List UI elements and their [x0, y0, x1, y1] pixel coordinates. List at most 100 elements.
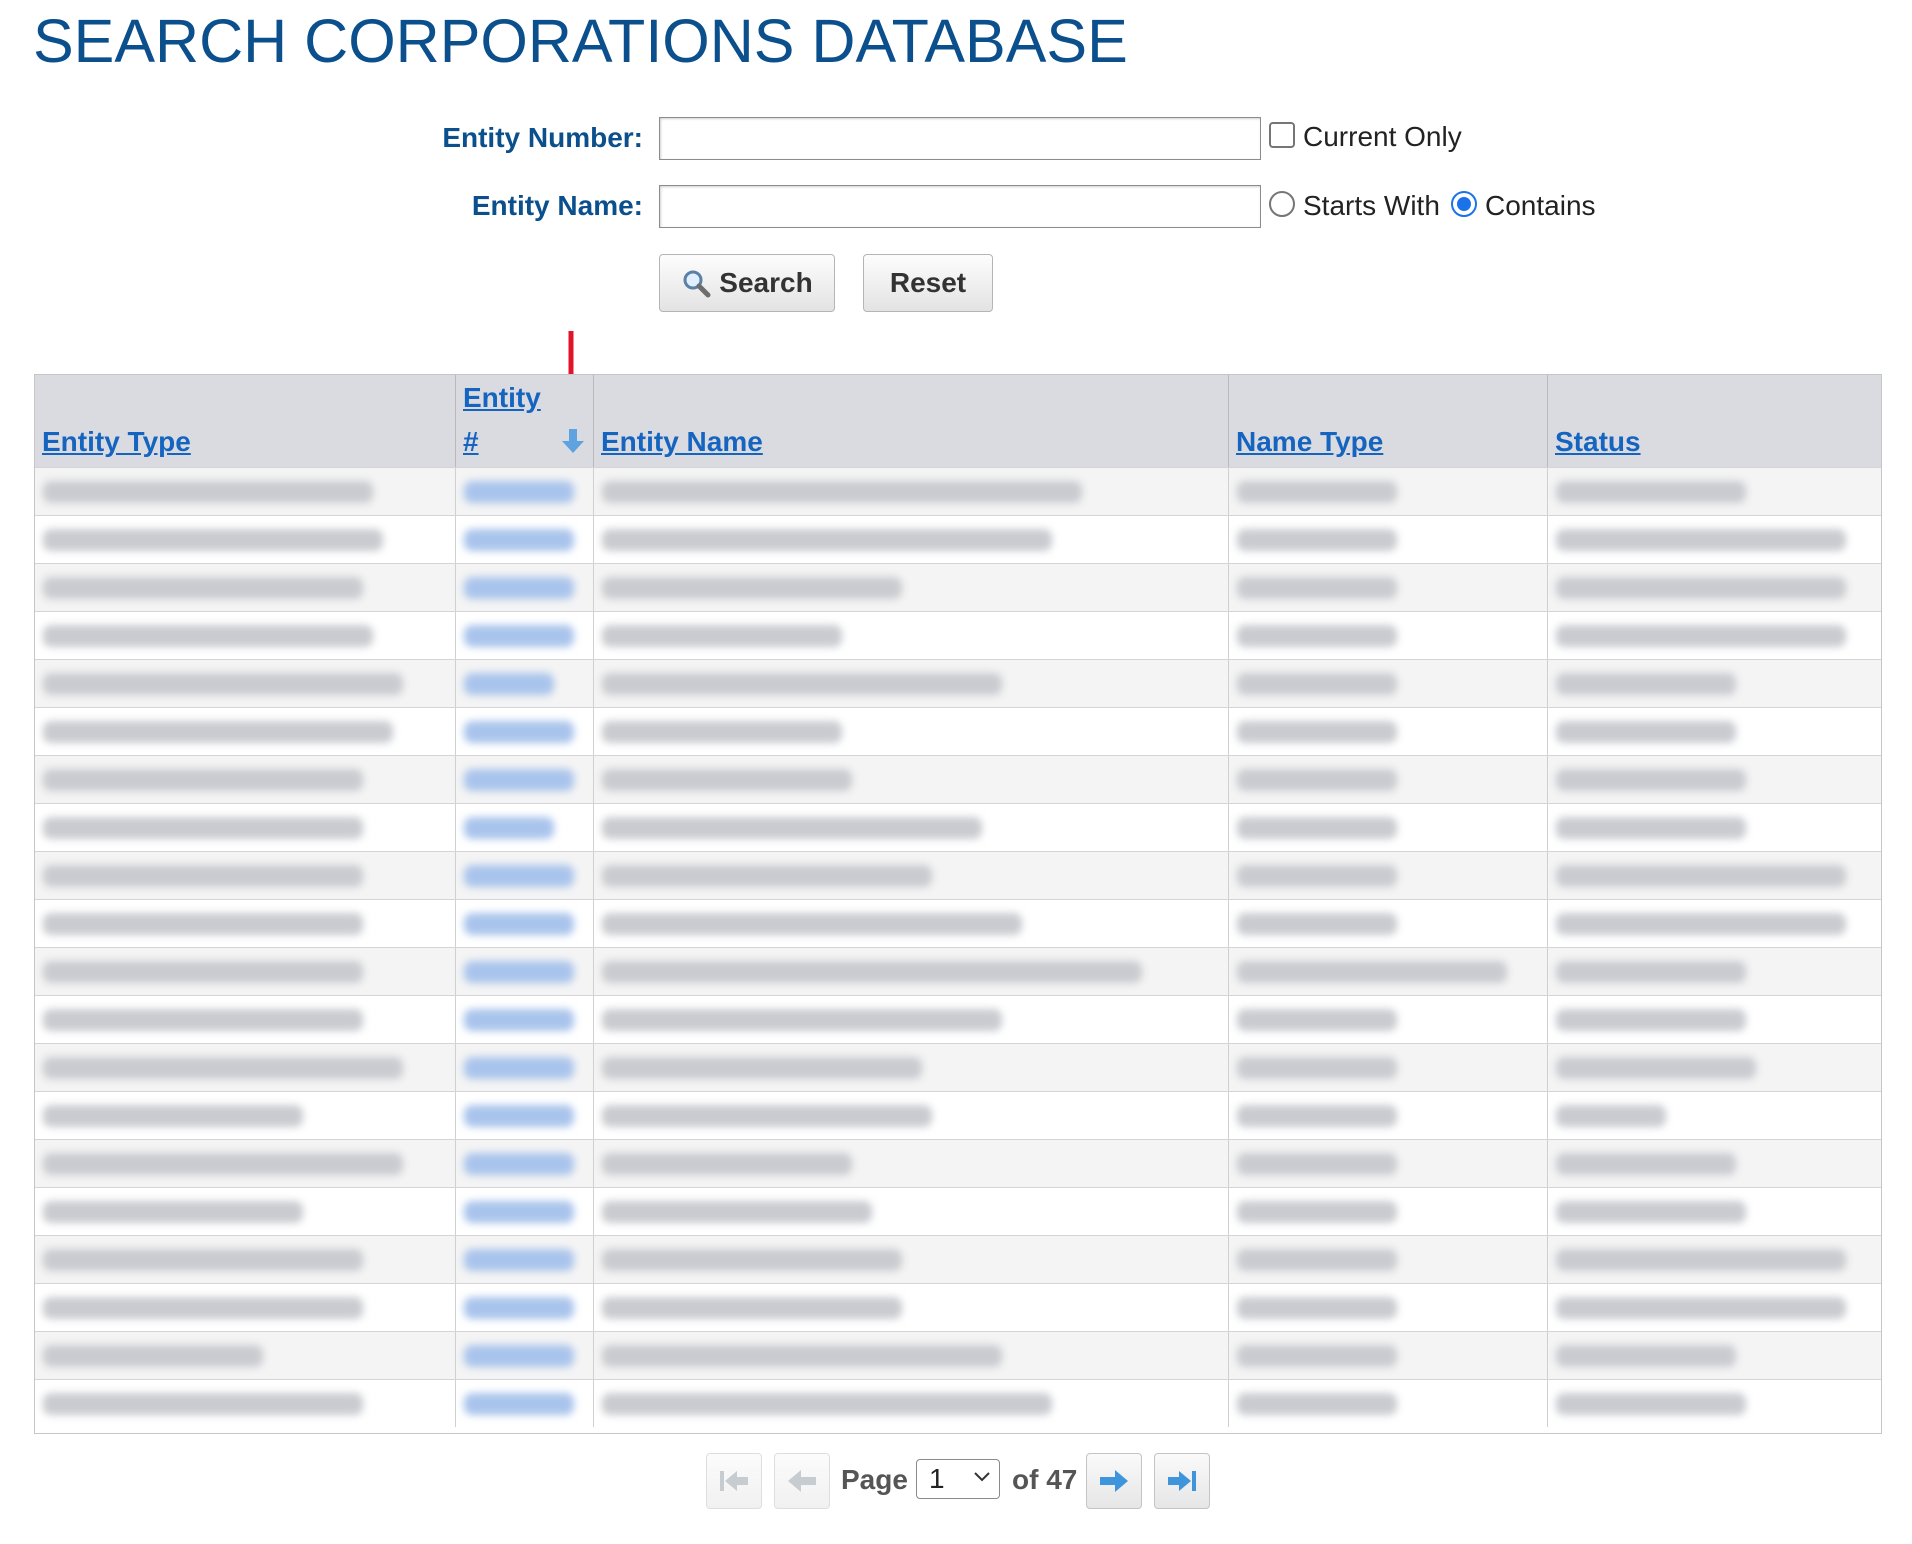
page-select[interactable]: 1	[916, 1459, 1000, 1499]
entity-type-sort-link[interactable]: Entity Type	[42, 426, 191, 458]
entity-number-sort-link[interactable]: Entity	[463, 382, 541, 414]
results-table: Entity Type Entity # Entity Name Name Ty…	[34, 374, 1882, 1434]
redacted-cell[interactable]	[456, 708, 594, 755]
redacted-cell	[594, 1140, 1229, 1187]
redacted-cell	[1548, 516, 1881, 563]
redacted-cell	[594, 1092, 1229, 1139]
redacted-cell[interactable]	[456, 852, 594, 899]
search-button[interactable]: Search	[659, 254, 835, 312]
next-page-button[interactable]	[1086, 1453, 1142, 1509]
redacted-text	[1237, 673, 1397, 695]
redacted-text	[464, 1201, 574, 1223]
redacted-cell[interactable]	[456, 900, 594, 947]
redacted-cell	[594, 1380, 1229, 1427]
table-row	[35, 1139, 1881, 1187]
redacted-cell	[1548, 612, 1881, 659]
first-page-button[interactable]	[706, 1453, 762, 1509]
redacted-cell[interactable]	[456, 1236, 594, 1283]
redacted-cell[interactable]	[456, 1140, 594, 1187]
starts-with-label[interactable]: Starts With	[1303, 190, 1440, 222]
page-label: Page	[841, 1464, 908, 1495]
previous-page-button[interactable]	[774, 1453, 830, 1509]
redacted-text	[1237, 1105, 1397, 1127]
entity-number-hash-link[interactable]: #	[463, 426, 479, 458]
redacted-cell	[1548, 1092, 1881, 1139]
redacted-text	[1556, 1057, 1756, 1079]
table-row	[35, 611, 1881, 659]
status-sort-link[interactable]: Status	[1555, 426, 1641, 458]
redacted-text	[1556, 961, 1746, 983]
contains-label[interactable]: Contains	[1485, 190, 1596, 222]
table-row	[35, 1091, 1881, 1139]
redacted-cell[interactable]	[456, 1092, 594, 1139]
current-only-label[interactable]: Current Only	[1303, 121, 1462, 153]
redacted-cell[interactable]	[456, 1188, 594, 1235]
redacted-text	[1237, 625, 1397, 647]
sort-down-icon[interactable]	[560, 427, 586, 460]
redacted-cell[interactable]	[456, 660, 594, 707]
contains-radio[interactable]	[1451, 191, 1477, 217]
redacted-cell	[1548, 1332, 1881, 1379]
redacted-text	[43, 721, 393, 743]
redacted-cell	[594, 660, 1229, 707]
redacted-text	[1556, 529, 1846, 551]
redacted-text	[43, 625, 373, 647]
redacted-cell[interactable]	[456, 612, 594, 659]
entity-name-input[interactable]	[659, 185, 1261, 228]
search-button-label: Search	[719, 267, 813, 298]
name-type-sort-link[interactable]: Name Type	[1236, 426, 1383, 458]
redacted-cell	[35, 1044, 456, 1091]
redacted-text	[43, 1057, 403, 1079]
redacted-text	[1556, 1249, 1846, 1271]
redacted-text	[464, 1009, 574, 1031]
redacted-cell	[1548, 468, 1881, 515]
redacted-text	[602, 865, 932, 887]
redacted-text	[602, 1249, 902, 1271]
redacted-cell	[35, 756, 456, 803]
reset-button[interactable]: Reset	[863, 254, 993, 312]
redacted-cell[interactable]	[456, 948, 594, 995]
redacted-cell[interactable]	[456, 468, 594, 515]
redacted-cell	[594, 1188, 1229, 1235]
table-row	[35, 467, 1881, 515]
header-status: Status	[1548, 375, 1881, 467]
redacted-cell	[594, 900, 1229, 947]
redacted-text	[1237, 769, 1397, 791]
redacted-cell[interactable]	[456, 564, 594, 611]
redacted-text	[43, 1105, 303, 1127]
redacted-text	[602, 1009, 1002, 1031]
entity-name-sort-link[interactable]: Entity Name	[601, 426, 763, 458]
redacted-cell	[1229, 1284, 1548, 1331]
redacted-cell[interactable]	[456, 1284, 594, 1331]
redacted-cell	[35, 708, 456, 755]
entity-number-input[interactable]	[659, 117, 1261, 160]
redacted-text	[464, 769, 574, 791]
redacted-text	[464, 721, 574, 743]
redacted-text	[1556, 481, 1746, 503]
redacted-cell	[1548, 660, 1881, 707]
redacted-cell[interactable]	[456, 1332, 594, 1379]
current-only-checkbox[interactable]	[1269, 122, 1295, 148]
table-row	[35, 563, 1881, 611]
redacted-text	[1237, 961, 1507, 983]
redacted-text	[1556, 817, 1746, 839]
redacted-cell	[594, 1284, 1229, 1331]
redacted-text	[43, 961, 363, 983]
redacted-cell	[594, 1236, 1229, 1283]
redacted-cell[interactable]	[456, 756, 594, 803]
redacted-cell[interactable]	[456, 1044, 594, 1091]
header-name-type: Name Type	[1229, 375, 1548, 467]
starts-with-radio[interactable]	[1269, 191, 1295, 217]
redacted-text	[1556, 913, 1846, 935]
redacted-text	[43, 1345, 263, 1367]
page-count-label: of 47	[1012, 1464, 1078, 1495]
redacted-cell[interactable]	[456, 996, 594, 1043]
last-page-button[interactable]	[1154, 1453, 1210, 1509]
redacted-cell[interactable]	[456, 1380, 594, 1427]
redacted-text	[464, 1297, 574, 1319]
redacted-text	[464, 1345, 574, 1367]
redacted-text	[43, 1393, 363, 1415]
redacted-text	[602, 577, 902, 599]
redacted-cell[interactable]	[456, 804, 594, 851]
redacted-cell[interactable]	[456, 516, 594, 563]
